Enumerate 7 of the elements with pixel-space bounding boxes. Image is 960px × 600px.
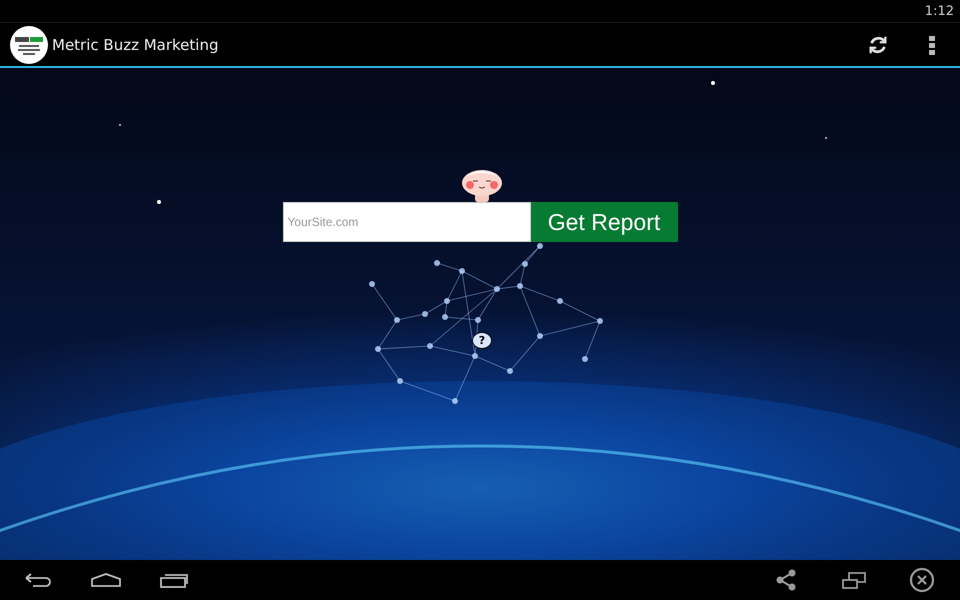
website-input[interactable]: YourSite.com — [282, 202, 530, 242]
get-report-button[interactable]: Get Report — [530, 202, 678, 242]
cartoon-character-icon — [460, 168, 502, 202]
help-bubble-icon[interactable]: ? — [472, 332, 492, 349]
logo-icon — [10, 26, 48, 64]
status-time: 1:12 — [924, 4, 954, 18]
app-title: Metric Buzz Marketing — [52, 36, 220, 54]
